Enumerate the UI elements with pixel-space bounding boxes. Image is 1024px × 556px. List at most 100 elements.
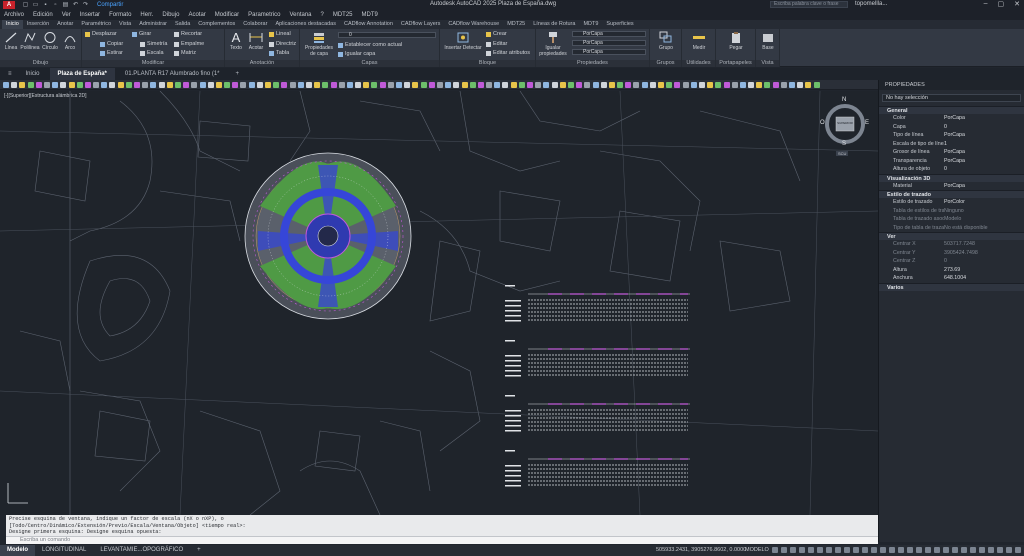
linear-button[interactable]: Lineal bbox=[269, 31, 291, 37]
toolbar-tool-icon[interactable] bbox=[551, 81, 558, 88]
drawing-canvas[interactable]: [-][Superior][Estructura alámbrica 2D] N… bbox=[0, 91, 878, 515]
property-row[interactable]: Estilo de trazado PorColor bbox=[879, 198, 1024, 207]
menu-item[interactable]: ? bbox=[321, 12, 324, 18]
toolbar-tool-icon[interactable] bbox=[707, 81, 714, 88]
toolbar-tool-icon[interactable] bbox=[494, 81, 501, 88]
toolbar-tool-icon[interactable] bbox=[43, 81, 50, 88]
status-toggle-icon[interactable] bbox=[799, 547, 805, 553]
layer-properties-button[interactable]: Propiedades de capa bbox=[304, 31, 334, 57]
toolbar-tool-icon[interactable] bbox=[199, 81, 206, 88]
toolbar-tool-icon[interactable] bbox=[363, 81, 370, 88]
menu-item[interactable]: Formato bbox=[109, 12, 131, 18]
copy-button[interactable]: Copiar bbox=[100, 41, 123, 47]
toolbar-tool-icon[interactable] bbox=[764, 81, 771, 88]
fillet-button[interactable]: Empalme bbox=[174, 41, 204, 47]
user-account[interactable]: topomellla... bbox=[855, 1, 887, 7]
toolbar-tool-icon[interactable] bbox=[592, 81, 599, 88]
property-value[interactable]: PorCapa bbox=[944, 114, 1024, 123]
toolbar-tool-icon[interactable] bbox=[142, 81, 149, 88]
status-toggle-icon[interactable] bbox=[817, 547, 823, 553]
tab[interactable]: Vista bbox=[115, 20, 135, 29]
linetype-dropdown[interactable]: PorCapa bbox=[572, 40, 646, 46]
share-button[interactable]: Compartir bbox=[97, 2, 123, 8]
property-value[interactable]: 3905424.7498 bbox=[944, 249, 1024, 258]
toolbar-tool-icon[interactable] bbox=[789, 81, 795, 88]
property-value[interactable]: PorCapa bbox=[944, 157, 1024, 166]
toolbar-tool-icon[interactable] bbox=[518, 81, 525, 88]
menu-item[interactable]: MDT9 bbox=[362, 12, 378, 18]
toolbar-tool-icon[interactable] bbox=[322, 81, 329, 88]
menu-item[interactable]: Insertar bbox=[80, 12, 100, 18]
toolbar-tool-icon[interactable] bbox=[27, 81, 34, 88]
toolbar-tool-icon[interactable] bbox=[84, 81, 91, 88]
arc-button[interactable]: Arco bbox=[60, 31, 80, 51]
toolbar-tool-icon[interactable] bbox=[682, 81, 689, 88]
status-toggle-icon[interactable] bbox=[1006, 547, 1012, 553]
status-toggle-icon[interactable] bbox=[898, 547, 904, 553]
section-header[interactable]: Ver bbox=[879, 232, 1024, 240]
new-icon[interactable]: ▢ bbox=[22, 2, 29, 8]
edit-block-button[interactable]: Editar bbox=[486, 41, 507, 47]
panel-title[interactable]: Modificar bbox=[82, 60, 224, 67]
menu-item[interactable]: Modificar bbox=[215, 12, 239, 18]
property-value[interactable]: 0 bbox=[944, 165, 1024, 174]
toolbar-tool-icon[interactable] bbox=[813, 81, 820, 88]
toolbar-tool-icon[interactable] bbox=[158, 81, 165, 88]
layout-tab[interactable]: LEVANTAMIE...OPOGRÁFICO bbox=[93, 545, 190, 556]
panel-title[interactable]: Capas bbox=[300, 60, 439, 67]
status-toggle-icon[interactable] bbox=[889, 547, 895, 553]
toolbar-tool-icon[interactable] bbox=[281, 81, 288, 88]
model-space-toggle[interactable]: MODELO bbox=[745, 547, 769, 553]
polyline-button[interactable]: Polilínea bbox=[20, 31, 40, 51]
panel-title[interactable]: Vista bbox=[756, 60, 779, 67]
table-button[interactable]: Tabla bbox=[269, 50, 289, 56]
toolbar-tool-icon[interactable] bbox=[248, 81, 255, 88]
toolbar-tool-icon[interactable] bbox=[412, 81, 419, 88]
property-row[interactable]: Capa 0 bbox=[879, 123, 1024, 132]
menu-item[interactable]: Parametrico bbox=[248, 12, 280, 18]
toolbar-tool-icon[interactable] bbox=[731, 81, 738, 88]
section-header[interactable]: Varios bbox=[879, 282, 1024, 291]
property-value[interactable]: PorCapa bbox=[944, 131, 1024, 140]
property-value[interactable]: PorCapa bbox=[944, 182, 1024, 191]
toolbar-tool-icon[interactable] bbox=[420, 81, 427, 88]
toolbar-tool-icon[interactable] bbox=[256, 81, 263, 88]
base-button[interactable]: Base bbox=[758, 31, 778, 51]
toolbar-tool-icon[interactable] bbox=[584, 81, 591, 88]
status-toggle-icon[interactable] bbox=[988, 547, 994, 553]
toolbar-tool-icon[interactable] bbox=[436, 81, 443, 88]
match-properties-button[interactable]: Igualar propiedades bbox=[538, 31, 568, 57]
toolbar-tool-icon[interactable] bbox=[207, 81, 214, 88]
mirror-button[interactable]: Simetría bbox=[140, 41, 167, 47]
toolbar-tool-icon[interactable] bbox=[297, 81, 304, 88]
toolbar-tool-icon[interactable] bbox=[3, 81, 9, 88]
property-value[interactable]: Ninguno bbox=[944, 207, 1024, 216]
toolbar-tool-icon[interactable] bbox=[756, 81, 763, 88]
measure-button[interactable]: Medir bbox=[689, 31, 709, 51]
property-row[interactable]: Color PorCapa bbox=[879, 114, 1024, 123]
dimension-button[interactable]: Acotar bbox=[246, 31, 266, 51]
tab[interactable]: Colaborar bbox=[239, 20, 271, 29]
leader-button[interactable]: Directriz bbox=[269, 41, 296, 47]
menu-item[interactable]: MDT25 bbox=[333, 12, 353, 18]
status-toggle-icon[interactable] bbox=[934, 547, 940, 553]
toolbar-tool-icon[interactable] bbox=[305, 81, 312, 88]
toolbar-tool-icon[interactable] bbox=[510, 81, 517, 88]
property-row[interactable]: Transparencia PorCapa bbox=[879, 157, 1024, 166]
property-value[interactable]: PorCapa bbox=[944, 148, 1024, 157]
compass-east[interactable]: E bbox=[865, 120, 869, 126]
toolbar-tool-icon[interactable] bbox=[723, 81, 730, 88]
status-toggle-icon[interactable] bbox=[790, 547, 796, 553]
toolbar-tool-icon[interactable] bbox=[486, 81, 493, 88]
edit-attributes-button[interactable]: Editar atributos bbox=[486, 50, 530, 56]
saveas-icon[interactable]: ▫ bbox=[52, 2, 59, 8]
close-icon[interactable]: ✕ bbox=[1014, 0, 1020, 8]
toolbar-tool-icon[interactable] bbox=[608, 81, 615, 88]
toolbar-tool-icon[interactable] bbox=[633, 81, 640, 88]
toolbar-tool-icon[interactable] bbox=[68, 81, 75, 88]
status-toggle-icon[interactable] bbox=[781, 547, 787, 553]
toolbar-tool-icon[interactable] bbox=[445, 81, 452, 88]
status-toggle-icon[interactable] bbox=[970, 547, 976, 553]
status-toggle-icon[interactable] bbox=[862, 547, 868, 553]
line-button[interactable]: Línea bbox=[1, 31, 21, 51]
